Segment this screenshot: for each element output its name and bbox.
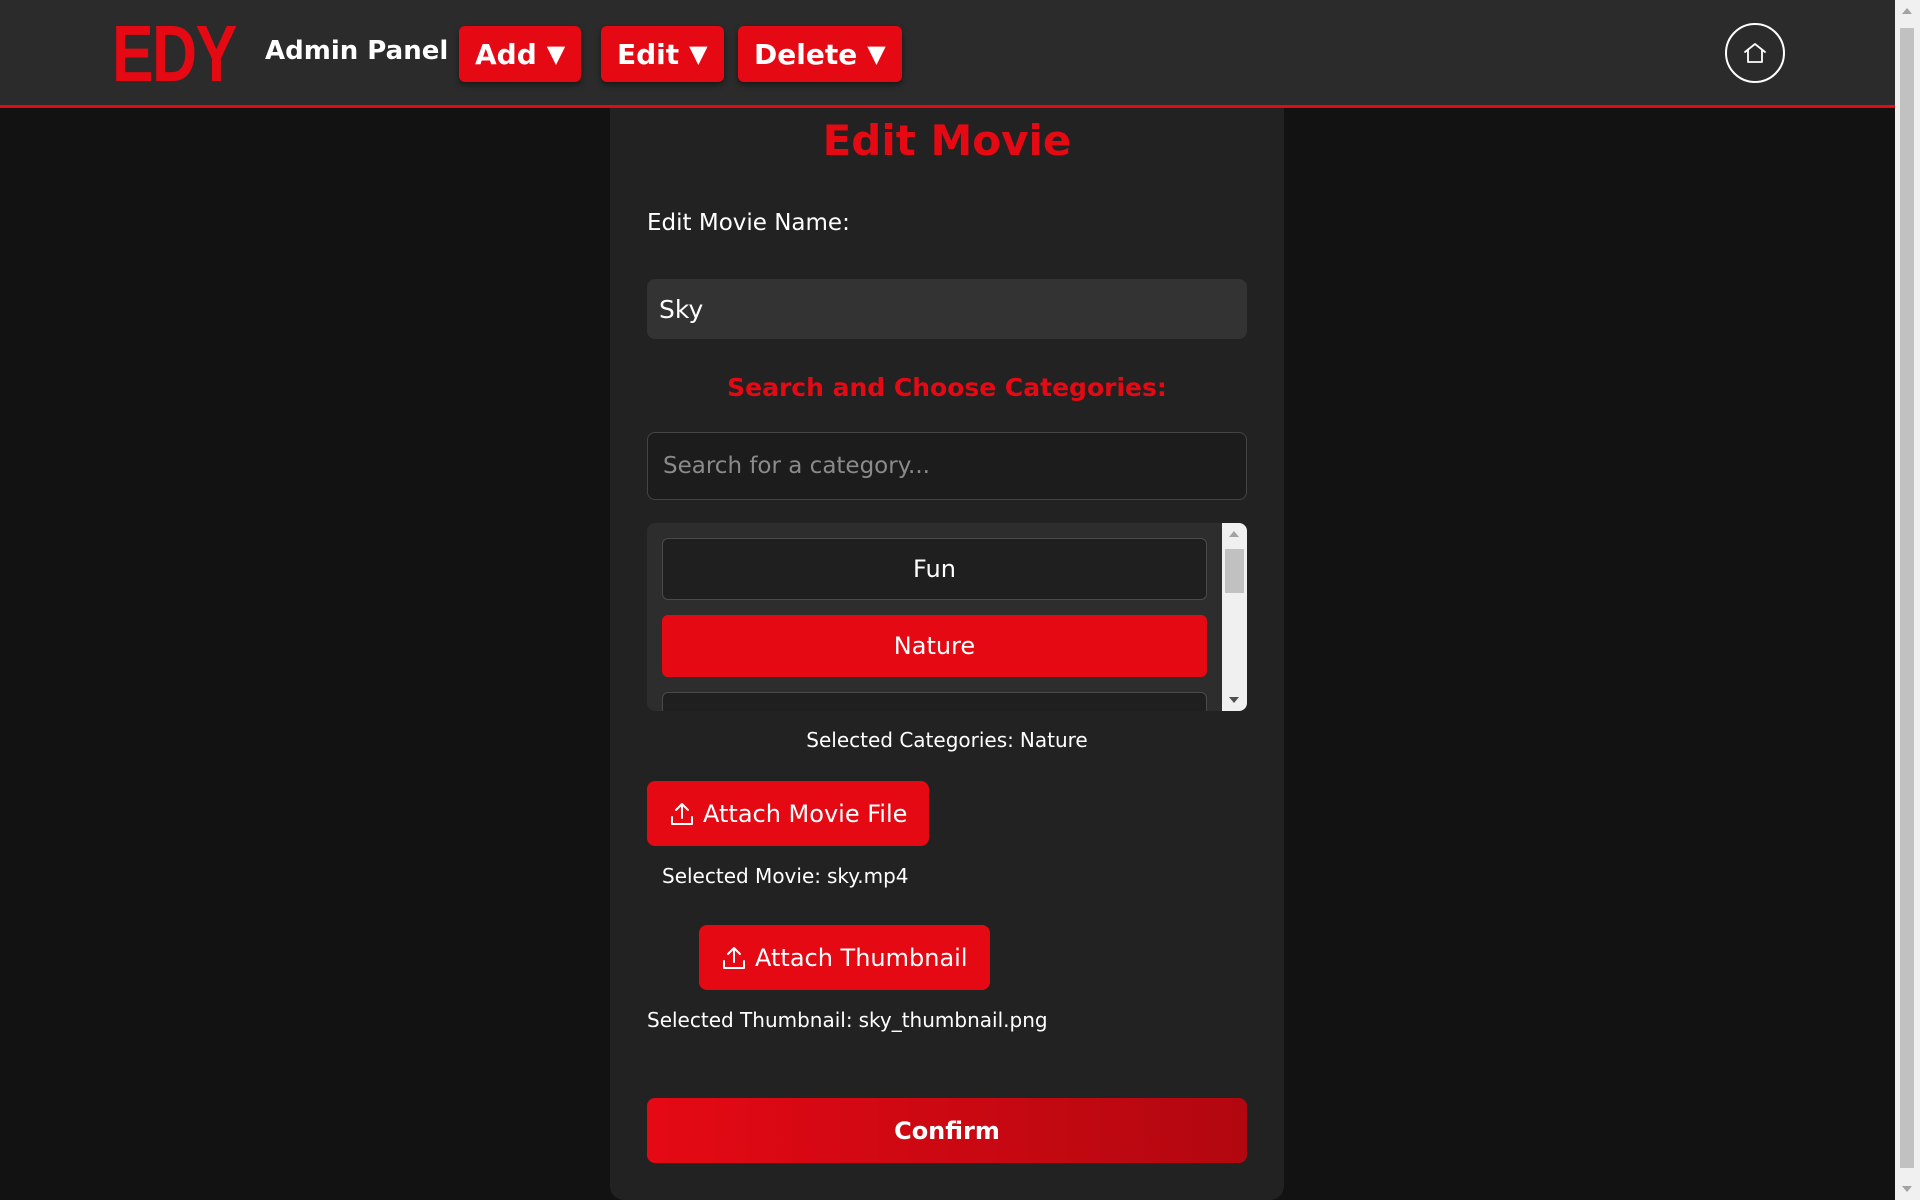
attach-thumbnail-button[interactable]: Attach Thumbnail	[699, 925, 990, 990]
attach-thumbnail-label: Attach Thumbnail	[755, 943, 968, 972]
delete-menu-button[interactable]: Delete ▼	[738, 26, 902, 82]
admin-panel-title: Admin Panel	[265, 36, 449, 66]
selected-movie-value: sky.mp4	[826, 864, 909, 888]
home-icon	[1744, 43, 1766, 63]
page-scrollbar[interactable]	[1895, 0, 1920, 1200]
movie-name-label: Edit Movie Name:	[647, 210, 850, 236]
movie-name-input[interactable]	[647, 279, 1247, 339]
delete-menu-label: Delete	[754, 37, 858, 71]
scroll-up-arrow-icon[interactable]	[1229, 531, 1239, 537]
scroll-down-arrow-icon[interactable]	[1902, 1186, 1912, 1192]
category-search-input[interactable]	[647, 432, 1247, 500]
attach-movie-button[interactable]: Attach Movie File	[647, 781, 930, 846]
home-button[interactable]	[1725, 23, 1785, 83]
caret-down-icon: ▼	[689, 40, 708, 68]
selected-thumbnail-value: sky_thumbnail.png	[858, 1008, 1048, 1032]
upload-icon	[671, 802, 693, 825]
add-menu-button[interactable]: Add ▼	[459, 26, 582, 82]
category-item-partial[interactable]	[662, 692, 1207, 711]
scroll-up-arrow-icon[interactable]	[1902, 8, 1912, 14]
scrollbar-thumb[interactable]	[1900, 28, 1914, 1168]
selected-categories-label: Selected Categories:	[806, 728, 1014, 752]
caret-down-icon: ▼	[867, 40, 886, 68]
scroll-down-arrow-icon[interactable]	[1229, 697, 1239, 703]
caret-down-icon: ▼	[546, 40, 566, 68]
selected-thumbnail-text: Selected Thumbnail: sky_thumbnail.png	[647, 1008, 1048, 1032]
attach-movie-label: Attach Movie File	[703, 799, 908, 828]
upload-icon	[723, 946, 745, 969]
add-menu-label: Add	[475, 37, 537, 71]
edit-menu-label: Edit	[617, 37, 680, 71]
selected-thumbnail-label: Selected Thumbnail:	[647, 1008, 853, 1032]
categories-heading: Search and Choose Categories:	[727, 373, 1167, 402]
confirm-button[interactable]: Confirm	[647, 1098, 1247, 1163]
selected-categories-text: Selected Categories: Nature	[610, 728, 1284, 752]
edit-movie-card: Edit Movie Edit Movie Name: Search and C…	[610, 108, 1284, 1200]
selected-movie-label: Selected Movie:	[662, 864, 821, 888]
edit-menu-button[interactable]: Edit ▼	[601, 26, 724, 82]
category-item-nature[interactable]: Nature	[662, 615, 1207, 677]
top-navbar: EDY Admin Panel Add ▼ Edit ▼ Delete ▼	[0, 0, 1895, 108]
edy-logo[interactable]: EDY	[112, 14, 237, 94]
category-scrollbar-thumb[interactable]	[1225, 549, 1244, 593]
category-list: Fun Nature	[647, 523, 1247, 711]
selected-categories-value: Nature	[1019, 728, 1088, 752]
page-title: Edit Movie	[822, 116, 1072, 165]
selected-movie-text: Selected Movie: sky.mp4	[662, 864, 909, 888]
category-item-fun[interactable]: Fun	[662, 538, 1207, 600]
category-list-scrollbar[interactable]	[1222, 523, 1247, 711]
